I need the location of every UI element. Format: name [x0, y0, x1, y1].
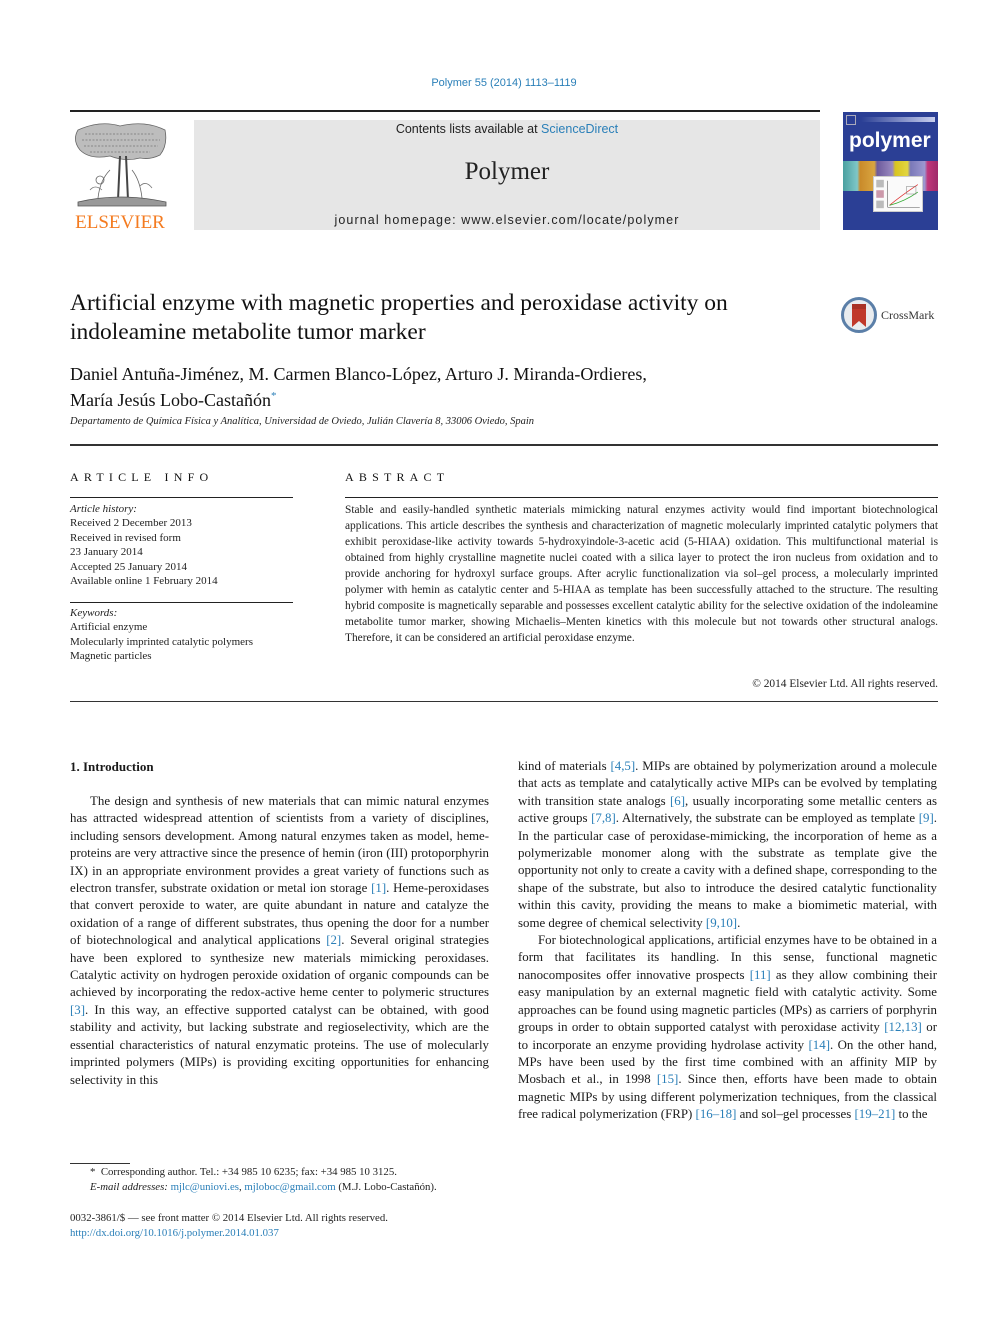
history-item: Received 2 December 2013 — [70, 517, 192, 530]
sciencedirect-link[interactable]: ScienceDirect — [541, 122, 618, 136]
contents-line: Contents lists available at ScienceDirec… — [194, 122, 820, 136]
paragraph-text-run: . Alternatively, the substrate can be em… — [615, 811, 919, 826]
history-item: Received in revised form — [70, 531, 181, 544]
paragraph-text-run: . In the particular case of peroxidase-m… — [518, 811, 937, 930]
abstract-heading: ABSTRACT — [345, 470, 450, 484]
history-item: 23 January 2014 — [70, 546, 143, 559]
crossmark-label: CrossMark — [881, 308, 935, 322]
citation-reference-link[interactable]: [19–21] — [855, 1107, 896, 1121]
keywords-label: Keywords: — [70, 607, 118, 619]
article-info-heading: ARTICLE INFO — [70, 470, 214, 484]
email-link[interactable]: mjlc@uniovi.es — [171, 1181, 239, 1193]
corresponding-author-note: * Corresponding author. Tel.: +34 985 10… — [70, 1165, 500, 1180]
journal-name: Polymer — [464, 158, 550, 185]
abstract-text: Stable and easily-handled synthetic mate… — [345, 504, 938, 644]
history-label: Article history: — [70, 503, 137, 515]
cover-header-bar — [861, 117, 935, 122]
history-item: Accepted 25 January 2014 — [70, 560, 187, 573]
title-divider — [70, 444, 938, 446]
article-info-rule — [70, 497, 293, 498]
history-item: Available online 1 February 2014 — [70, 575, 218, 588]
abstract-copyright: © 2014 Elsevier Ltd. All rights reserved… — [752, 678, 938, 690]
keyword-item: Artificial enzyme — [70, 621, 148, 634]
abstract-rule — [345, 497, 938, 498]
email-label: E-mail addresses: — [90, 1181, 168, 1193]
journal-cover-thumbnail[interactable]: polymer — [843, 112, 938, 230]
email-suffix: (M.J. Lobo-Castañón). — [335, 1181, 437, 1193]
contents-prefix: Contents lists available at — [395, 122, 542, 136]
doi-link[interactable]: http://dx.doi.org/10.1016/j.polymer.2014… — [70, 1227, 279, 1239]
citation-reference-link[interactable]: [1] — [371, 881, 386, 895]
citation-reference-link[interactable]: [3] — [70, 1003, 85, 1017]
journal-citation-link[interactable]: Polymer 55 (2014) 1113–1119 — [0, 77, 992, 89]
paragraph-text-run: to the — [895, 1107, 928, 1122]
citation-reference-link[interactable]: [9,10] — [706, 916, 737, 930]
citation-reference-link[interactable]: [15] — [657, 1072, 678, 1086]
corresponding-author-text: Corresponding author. Tel.: +34 985 10 6… — [100, 1166, 397, 1178]
cover-chart-icon — [876, 179, 920, 209]
article-history: Article history: Received 2 December 201… — [70, 502, 293, 588]
cover-figure-inset — [873, 176, 923, 212]
body-column-left: The design and synthesis of new material… — [70, 793, 489, 1089]
paragraph-text-run: . In this way, an effective supported ca… — [70, 1002, 489, 1087]
authors-line-2: María Jesús Lobo-Castañón — [70, 390, 271, 410]
footnote-mark: * — [90, 1166, 96, 1178]
keywords-rule — [70, 602, 293, 603]
issn-line: 0032-3861/$ — see front matter © 2014 El… — [70, 1212, 388, 1224]
paragraph-text-run: . — [737, 915, 741, 930]
header-rule — [70, 110, 820, 112]
citation-reference-link[interactable]: [12,13] — [884, 1020, 922, 1034]
author-list: Daniel Antuña-Jiménez, M. Carmen Blanco-… — [70, 363, 830, 411]
authors-line-1: Daniel Antuña-Jiménez, M. Carmen Blanco-… — [70, 364, 647, 384]
crossmark-badge[interactable]: CrossMark — [841, 297, 941, 333]
keyword-item: Molecularly imprinted catalytic polymers — [70, 635, 253, 648]
cover-title: polymer — [849, 129, 931, 152]
journal-masthead: Contents lists available at ScienceDirec… — [194, 120, 820, 230]
intro-paragraph-continued: kind of materials [4,5]. MIPs are obtain… — [518, 758, 937, 932]
elsevier-tree-icon — [75, 123, 167, 207]
crossmark-icon — [841, 297, 877, 333]
footnote-rule — [70, 1163, 130, 1164]
keywords: Keywords: Artificial enzyme Molecularly … — [70, 606, 293, 664]
citation-reference-link[interactable]: [14] — [809, 1038, 830, 1052]
body-column-right: kind of materials [4,5]. MIPs are obtain… — [518, 758, 937, 1124]
front-matter: 0032-3861/$ — see front matter © 2014 El… — [70, 1211, 500, 1241]
corresponding-author-link[interactable]: * — [271, 390, 277, 402]
affiliation: Departamento de Química Física y Analíti… — [70, 416, 535, 427]
paragraph-text-run: The design and synthesis of new material… — [70, 794, 489, 896]
intro-paragraph: For biotechnological applications, artif… — [518, 932, 937, 1123]
elsevier-wordmark: ELSEVIER — [75, 212, 165, 233]
journal-homepage-link[interactable]: journal homepage: www.elsevier.com/locat… — [194, 213, 820, 227]
keyword-item: Magnetic particles — [70, 650, 152, 663]
paragraph-text-run: and sol–gel processes — [736, 1107, 855, 1122]
citation-reference-link[interactable]: [4,5] — [610, 759, 635, 773]
elsevier-logo[interactable]: ELSEVIER — [70, 120, 170, 233]
citation-reference-link[interactable]: [16–18] — [696, 1107, 737, 1121]
section-heading-introduction: 1. Introduction — [70, 759, 154, 774]
citation-reference-link[interactable]: [11] — [750, 968, 771, 982]
citation-reference-link[interactable]: [9] — [919, 811, 934, 825]
footnote: * Corresponding author. Tel.: +34 985 10… — [70, 1165, 500, 1195]
citation-reference-link[interactable]: [7,8] — [591, 811, 616, 825]
citation-reference-link[interactable]: [6] — [670, 794, 685, 808]
email-link[interactable]: mjloboc@gmail.com — [244, 1181, 335, 1193]
email-line: E-mail addresses: mjlc@uniovi.es, mjlobo… — [70, 1180, 500, 1195]
citation-reference-link[interactable]: [2] — [326, 933, 341, 947]
article-title: Artificial enzyme with magnetic properti… — [70, 290, 728, 345]
intro-paragraph: The design and synthesis of new material… — [70, 793, 489, 1089]
abstract-divider — [70, 701, 938, 702]
paragraph-text-run: kind of materials — [518, 759, 611, 773]
elsevier-mini-logo-icon — [846, 115, 856, 125]
